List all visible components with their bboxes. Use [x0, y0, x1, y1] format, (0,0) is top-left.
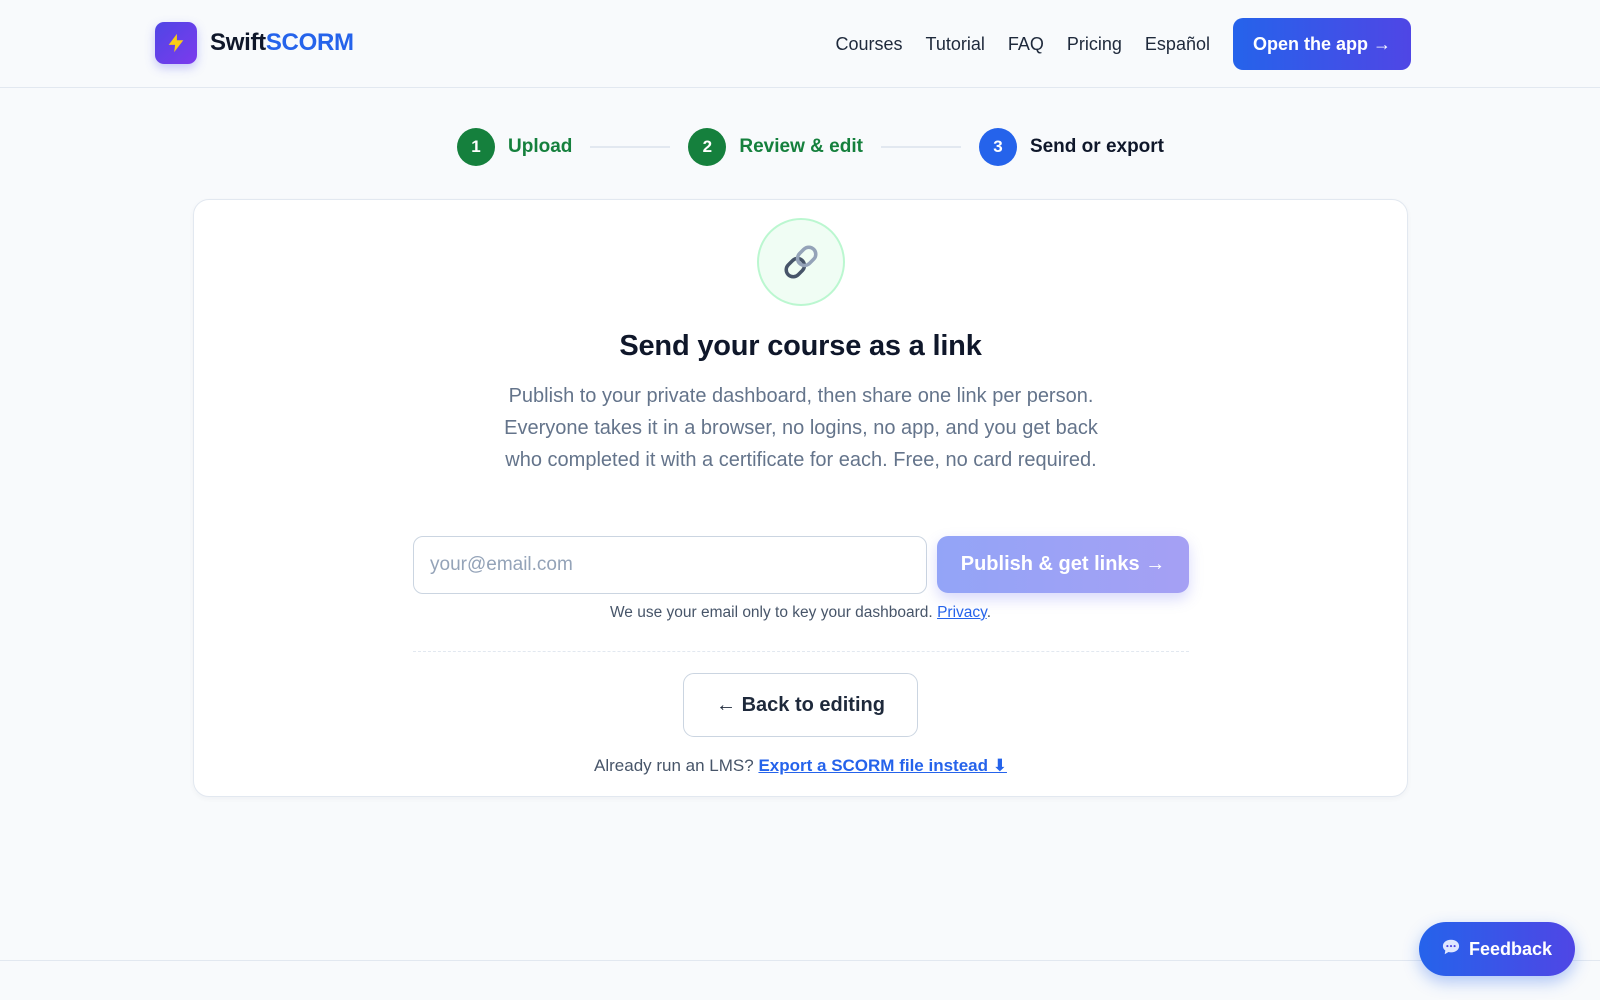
- lms-note-text: Already run an LMS?: [594, 756, 754, 775]
- publish-get-links-button[interactable]: Publish & get links →: [937, 536, 1189, 593]
- step-connector: [880, 146, 961, 148]
- nav-language-espanol[interactable]: Español: [1145, 34, 1210, 55]
- card-description: Publish to your private dashboard, then …: [504, 385, 1098, 471]
- nav-pricing[interactable]: Pricing: [1067, 34, 1122, 55]
- brand-logo[interactable]: SwiftSCORM: [155, 22, 354, 64]
- email-privacy-note: We use your email only to key your dashb…: [194, 604, 1407, 622]
- brand-name: SwiftSCORM: [210, 29, 354, 57]
- open-app-button[interactable]: Open the app →: [1232, 18, 1411, 70]
- step-number: 2: [688, 128, 727, 166]
- footer-divider: [0, 960, 1600, 961]
- step-upload: 1 Upload: [457, 128, 572, 166]
- step-label: Review & edit: [739, 136, 863, 157]
- step-connector: [590, 146, 671, 148]
- back-to-editing-button[interactable]: ← Back to editing: [683, 673, 918, 737]
- top-navbar: SwiftSCORM Courses Tutorial FAQ Pricing …: [0, 0, 1600, 88]
- send-course-card: Send your course as a link Publish to yo…: [193, 199, 1408, 797]
- brand-name-scorm: SCORM: [265, 29, 354, 56]
- nav-faq[interactable]: FAQ: [1008, 34, 1044, 55]
- nav-courses[interactable]: Courses: [835, 34, 902, 55]
- step-label: Upload: [508, 136, 573, 157]
- link-icon: [757, 218, 845, 306]
- email-note-text: We use your email only to key your dashb…: [609, 604, 933, 621]
- feedback-button[interactable]: Feedback: [1419, 922, 1575, 976]
- email-field[interactable]: [413, 536, 927, 594]
- export-scorm-link[interactable]: Export a SCORM file instead ⬇: [758, 756, 1007, 775]
- privacy-link[interactable]: Privacy: [937, 604, 987, 621]
- dashed-divider: [413, 651, 1189, 652]
- nav-tutorial[interactable]: Tutorial: [926, 34, 985, 55]
- progress-stepper: 1 Upload 2 Review & edit 3 Send or expor…: [457, 128, 1164, 166]
- feedback-label: Feedback: [1468, 938, 1553, 959]
- chat-bubble-icon: [1442, 938, 1460, 961]
- step-number: 1: [457, 128, 495, 166]
- step-number: 3: [978, 128, 1017, 166]
- step-send-export: 3 Send or export: [978, 128, 1165, 166]
- email-note-suffix: .: [986, 604, 992, 621]
- step-review-edit: 2 Review & edit: [688, 128, 863, 166]
- step-label: Send or export: [1029, 136, 1165, 157]
- main-nav: Courses Tutorial FAQ Pricing Español Ope…: [835, 18, 1411, 70]
- card-title: Send your course as a link: [619, 330, 982, 362]
- lms-export-note: Already run an LMS? Export a SCORM file …: [194, 756, 1407, 776]
- lightning-bolt-icon: [155, 22, 197, 64]
- brand-name-swift: Swift: [210, 29, 266, 56]
